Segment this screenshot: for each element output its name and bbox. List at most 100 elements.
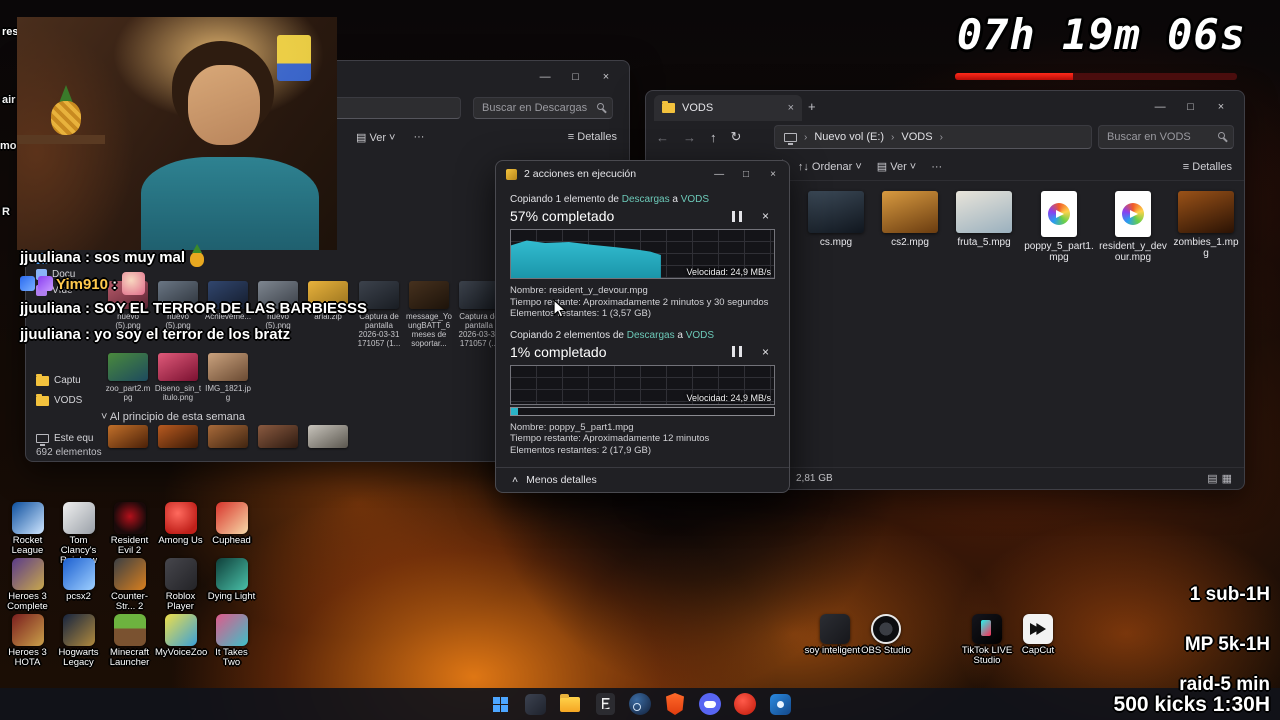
desktop-icon-cuphead[interactable]: Cuphead [206,500,257,556]
cancel-copy-button[interactable]: × [762,209,769,223]
minimize-button[interactable]: — [707,169,731,180]
sidebar-item-vods[interactable]: VODS [36,393,82,406]
tab-vods[interactable]: VODS × [654,95,802,121]
search-input[interactable] [473,97,613,119]
back-button[interactable]: ← [656,130,669,145]
details-toggle[interactable]: ≡ Detalles [1183,161,1232,173]
file-item[interactable]: Diseno_sin_titulo.png [154,353,202,402]
desktop-icon-resident-evil-2[interactable]: Resident Evil 2 [104,500,155,556]
maximize-button[interactable]: □ [563,71,589,83]
desktop-icon-rainbow-six[interactable]: Tom Clancy's Rainbow Si... [53,500,104,576]
stream-timer: 07h 19m 06s [956,10,1246,59]
desktop-icon-pcsx2[interactable]: pcsx2 [53,556,104,612]
desktop-icon-among-us[interactable]: Among Us [155,500,206,556]
file-item[interactable]: cs2.mpg [875,191,945,248]
minecraft-icon [113,614,146,646]
cancel-copy-button[interactable]: × [762,345,769,359]
window-titlebar: — □ × [1147,97,1234,115]
minimize-button[interactable]: — [1147,101,1173,113]
file-item[interactable] [304,425,352,448]
sidebar-item-capturas[interactable]: Captu [36,373,81,386]
copy-progress-dialog: 2 acciones en ejecución — □ × Copiando 1… [495,160,790,493]
forward-button[interactable]: → [683,130,696,145]
search-input[interactable] [1098,125,1234,149]
up-button[interactable]: ↑ [710,130,717,145]
screenshot-thumbnail [459,281,499,309]
desktop-icon-rocket-league[interactable]: Rocket League [2,500,53,556]
maximize-button[interactable]: □ [1178,101,1204,113]
discord-icon [699,693,721,715]
file-item[interactable]: poppy_5_part1.mpg [1024,191,1094,263]
speed-label: Velocidad: 24,9 MB/s [686,392,771,403]
crumb-separator: › [891,131,895,143]
taskbar-file-explorer[interactable] [557,691,583,717]
file-item[interactable] [104,425,152,448]
heroes3-hota-icon [11,614,44,646]
file-item[interactable] [204,425,252,448]
file-item[interactable] [254,425,302,448]
taskbar-steam[interactable] [627,691,653,717]
close-button[interactable]: × [1208,101,1234,113]
view-menu[interactable]: ▤ Ver ˅ [356,131,395,144]
pause-button[interactable] [731,346,742,357]
file-item[interactable] [154,425,202,448]
desktop-icon-minecraft[interactable]: Minecraft Launcher [104,612,155,668]
epic-games-icon [595,693,615,715]
breadcrumb-folder[interactable]: VODS [901,131,932,143]
desktop-icon-dying-light[interactable]: Dying Light [206,556,257,612]
source-folder-link[interactable]: Descargas [622,194,670,205]
dialog-title: 2 acciones en ejecución [524,168,637,180]
refresh-button[interactable]: ↻ [731,129,742,145]
desktop-icon-capcut[interactable]: CapCut [1007,612,1069,656]
source-folder-link[interactable]: Descargas [627,330,675,341]
file-item[interactable]: zoo_part2.mpg [104,353,152,402]
target-folder-link[interactable]: VODS [681,194,709,205]
details-toggle[interactable]: ≡ Detalles [568,131,617,143]
more-options-button[interactable]: ··· [413,131,424,143]
tab-close-icon[interactable]: × [788,102,794,114]
file-item[interactable]: resident_y_devour.mpg [1098,191,1168,263]
pause-button[interactable] [731,210,742,222]
file-item[interactable]: message_YoungBATT_6 meses de soportar... [406,281,452,348]
new-tab-button[interactable]: + [808,99,816,114]
sidebar-item-this-pc[interactable]: Este equ [36,433,93,446]
file-item[interactable]: fruta_5.mpg [949,191,1019,248]
taskbar-dark-app[interactable] [522,691,548,717]
sort-menu[interactable]: ↑↓ Ordenar ˅ [798,161,862,173]
taskbar-blue-app[interactable] [767,691,793,717]
breadcrumb-drive[interactable]: Nuevo vol (E:) [814,131,884,143]
breadcrumb[interactable]: › Nuevo vol (E:) › VODS › [774,125,1092,149]
taskbar-red-app[interactable] [732,691,758,717]
desktop-icon-heroes3-complete[interactable]: Heroes 3 Complete [2,556,53,612]
start-button[interactable] [487,691,513,717]
file-item[interactable]: zombies_1.mpg [1171,191,1241,259]
pineapple-emoji [189,244,205,267]
close-button[interactable]: × [761,169,785,180]
taskbar-brave[interactable] [662,691,688,717]
file-item[interactable]: cs.mpg [801,191,871,248]
taskbar-epic-games[interactable] [592,691,618,717]
fewer-details-button[interactable]: ˄ Menos detalles [496,467,789,492]
view-menu[interactable]: ▤ Ver ˅ [877,160,916,173]
more-options-button[interactable]: ··· [931,161,942,173]
speed-label: Velocidad: 24,9 MB/s [686,267,771,277]
minimize-button[interactable]: — [532,71,558,83]
desktop-icon-myvoicezoo[interactable]: MyVoiceZoo [155,612,207,668]
desktop-icon-heroes3-hota[interactable]: Heroes 3 HOTA [2,612,53,668]
myvoicezoo-icon [164,614,197,646]
video-thumbnail [956,191,1012,233]
desktop-icon-obs-studio[interactable]: OBS Studio [855,612,917,656]
target-folder-link[interactable]: VODS [686,330,714,341]
taskbar-discord[interactable] [697,691,723,717]
desktop-icon-counter-strike-2[interactable]: Counter-Str... 2 [104,556,155,612]
photo-thumbnail [208,425,248,448]
desktop-icon-hogwarts-legacy[interactable]: Hogwarts Legacy [53,612,104,668]
maximize-button[interactable]: □ [734,169,758,180]
file-name-line: Nombre: poppy_5_part1.mpg [510,421,634,433]
group-header[interactable]: ˅ Al principio de esta semana [101,411,245,423]
desktop-icon-it-takes-two[interactable]: It Takes Two [206,612,257,668]
view-toggle-icons[interactable]: ▤▦ [1207,472,1236,485]
file-item[interactable]: IMG_1821.jpg [204,353,252,402]
desktop-icon-roblox[interactable]: Roblox Player [155,556,206,612]
close-button[interactable]: × [593,71,619,83]
